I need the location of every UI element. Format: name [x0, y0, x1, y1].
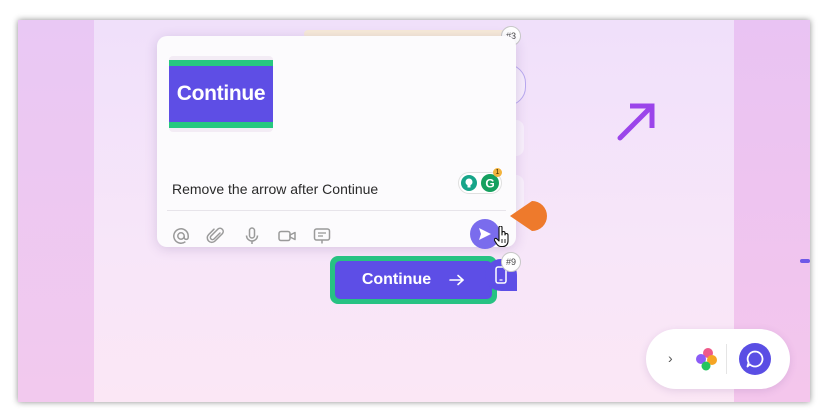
diagonal-arrow-icon — [617, 103, 655, 141]
comment-card: Continue Remove the arrow after Continue… — [157, 36, 516, 249]
background-dash — [800, 259, 810, 263]
send-icon — [479, 228, 491, 240]
grammarly-count-badge: 1 — [493, 168, 502, 177]
thumbnail-label: Continue — [176, 82, 266, 105]
widget-divider — [726, 344, 727, 374]
hand-cursor-icon — [494, 226, 509, 248]
chat-button[interactable] — [739, 343, 771, 375]
continue-button-frame: Continue — [330, 256, 497, 304]
chevron-right-icon[interactable]: › — [668, 350, 673, 366]
microphone-icon[interactable] — [242, 226, 262, 246]
card-divider — [167, 210, 506, 211]
comment-input[interactable]: Remove the arrow after Continue — [172, 181, 378, 197]
annotation-badge-9[interactable]: #9 — [501, 252, 521, 272]
paperclip-icon[interactable] — [206, 226, 226, 246]
lightbulb-icon[interactable] — [461, 175, 477, 191]
feedback-widget: › — [646, 329, 790, 389]
app-frame: #3 Continue Remove the arrow after Conti… — [18, 20, 810, 402]
screen-share-icon[interactable] — [312, 226, 332, 246]
continue-button[interactable]: Continue — [335, 261, 492, 299]
canvas-left-panel — [18, 20, 94, 402]
arrow-right-icon — [449, 274, 465, 286]
comment-thumbnail[interactable]: Continue — [169, 56, 273, 132]
svg-text:G: G — [485, 177, 494, 191]
chat-bubble-icon — [746, 350, 764, 368]
continue-button-label: Continue — [361, 271, 432, 288]
at-icon[interactable] — [171, 226, 191, 246]
video-icon[interactable] — [277, 226, 297, 246]
app-logo-icon[interactable] — [694, 346, 720, 372]
comment-pin-marker[interactable] — [508, 197, 558, 235]
